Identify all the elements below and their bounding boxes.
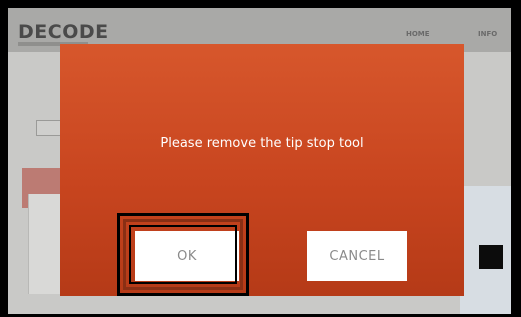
cancel-button[interactable]: CANCEL (307, 231, 407, 281)
background-control-square[interactable] (479, 245, 503, 269)
nav-home[interactable]: HOME (406, 30, 430, 38)
ok-button[interactable]: OK (135, 231, 239, 281)
alert-dialog: Please remove the tip stop tool OK CANCE… (60, 44, 464, 296)
app-logo: DECODE (18, 21, 109, 43)
dialog-message: Please remove the tip stop tool (160, 136, 364, 151)
touchscreen: DECODE HOME INFO Please remove the tip s… (8, 8, 511, 314)
nav-info[interactable]: INFO (478, 30, 497, 38)
